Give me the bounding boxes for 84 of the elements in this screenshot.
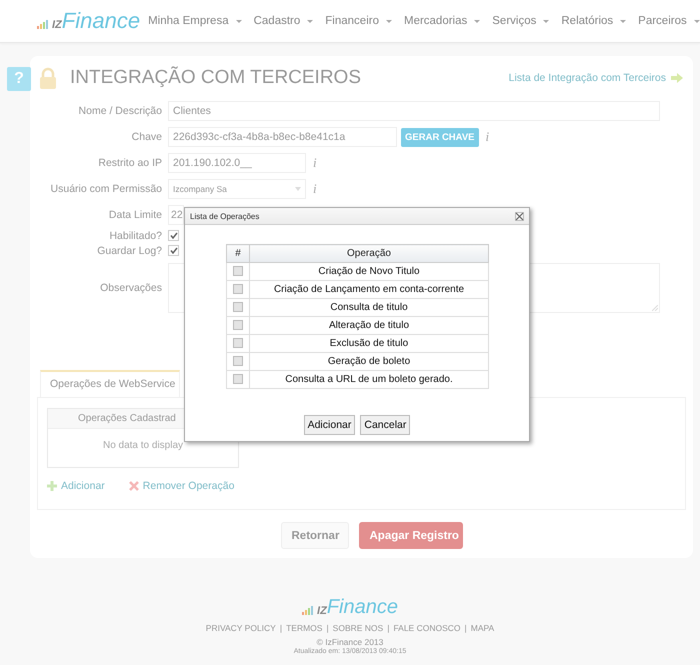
logo-name: Finance [326,596,398,618]
close-icon[interactable] [515,212,524,220]
menu-item[interactable]: Parceiros [638,15,700,27]
cross-icon [128,481,139,491]
separator: | [387,623,390,633]
input-field[interactable]: 226d393c-cf3a-4b8a-b8ec-b8e41c1a [168,127,397,147]
table-cell: Criação de Novo Titulo [250,262,488,280]
column-title: Operações Cadastrad [78,413,176,424]
field-label: Guardar Log? [96,244,162,256]
field-label: Usuário com Permissão [50,183,162,195]
action-link[interactable]: Remover Operação [128,480,234,492]
table-cell: Criação de Lançamento em conta-corrente [250,280,488,298]
resize-grip-icon [652,305,658,311]
checkbox[interactable] [168,245,179,256]
lock-icon [39,67,57,89]
footer-link[interactable]: TERMOS [286,623,322,633]
bars-icon [37,19,51,29]
table-cell: Consulta a URL de um boleto gerado. [250,370,488,388]
caret-icon [307,20,314,22]
input-field[interactable]: Clientes [168,101,660,121]
dropdown[interactable]: Izcompany Sa [168,179,306,199]
footer-link[interactable]: MAPA [470,623,494,633]
separator: | [280,623,282,633]
checkbox[interactable] [233,320,243,330]
checkbox[interactable] [233,266,243,276]
caret-icon [295,187,301,191]
column-header: # [226,244,250,262]
separator: | [326,623,329,633]
table-cell: Exclusão de titulo [250,334,488,352]
logo-name: Finance [62,10,140,32]
info-icon: i [313,155,317,171]
dropdown-value: Izcompany Sa [173,184,227,194]
menu-item[interactable]: Cadastro [254,15,314,27]
info-icon: i [313,181,317,197]
checkbox[interactable] [233,338,243,348]
field-label: Data Limite [108,209,162,221]
page-title: INTEGRAÇÃO COM TERCEIROS [70,67,362,89]
caret-icon [694,20,700,22]
menu-item[interactable]: Mercadorias [404,15,480,27]
dialog-button[interactable]: Adicionar [304,415,356,435]
caret-icon [236,20,242,22]
field-label: Nome / Descrição [78,105,162,117]
checkbox[interactable] [233,356,243,366]
field-label: Habilitado? [108,230,162,242]
column-header: Operação [250,244,488,262]
dialog-button[interactable]: Cancelar [360,415,410,435]
list-link[interactable]: Lista de Integração com Terceiros [508,72,683,84]
field-label: Observações [99,282,162,294]
caret-icon [543,20,550,22]
input-field[interactable]: 201.190.102.0__ [168,153,306,173]
menu-item[interactable]: Serviços [492,15,550,27]
table-cell: Geração de boleto [250,352,488,370]
empty-message: No data to display [102,440,184,451]
caret-icon [620,20,626,22]
logo-prefix: IZ [317,605,327,617]
logo-prefix: IZ [52,19,62,31]
action-link[interactable]: Adicionar [47,480,105,492]
menu-item[interactable]: Minha Empresa [148,15,242,27]
footer-link[interactable]: FALE CONOSCO [393,623,461,633]
plus-icon [47,481,57,491]
generate-key-button[interactable]: GERAR CHAVE [401,128,478,146]
menu-item[interactable]: Financeiro [325,15,392,27]
copyright: © IzFinance 2013 [316,637,384,647]
input-field[interactable]: 22 [168,205,184,225]
table-cell: Consulta de titulo [250,298,488,316]
footer-link[interactable]: PRIVACY POLICY [206,623,276,633]
tab[interactable]: Operações de WebService [40,370,180,397]
checkbox[interactable] [233,374,243,384]
dialog-title: Lista de Operações [190,212,260,220]
checkbox[interactable] [168,230,179,241]
field-label: Chave [130,131,162,143]
checkbox[interactable] [233,284,243,294]
caret-icon [386,20,392,22]
table-cell: Alteração de titulo [250,316,488,334]
arrow-right-icon [671,73,683,83]
delete-button[interactable]: Apagar Registro [358,522,462,549]
checkbox[interactable] [233,302,243,312]
back-button[interactable]: Retornar [280,522,348,549]
footer-link[interactable]: SOBRE NOS [332,623,384,633]
field-label: Restrito ao IP [97,157,162,169]
separator: | [464,623,467,633]
caret-icon [474,20,480,22]
menu-item[interactable]: Relatórios [561,15,626,27]
info-icon: i [486,129,490,145]
